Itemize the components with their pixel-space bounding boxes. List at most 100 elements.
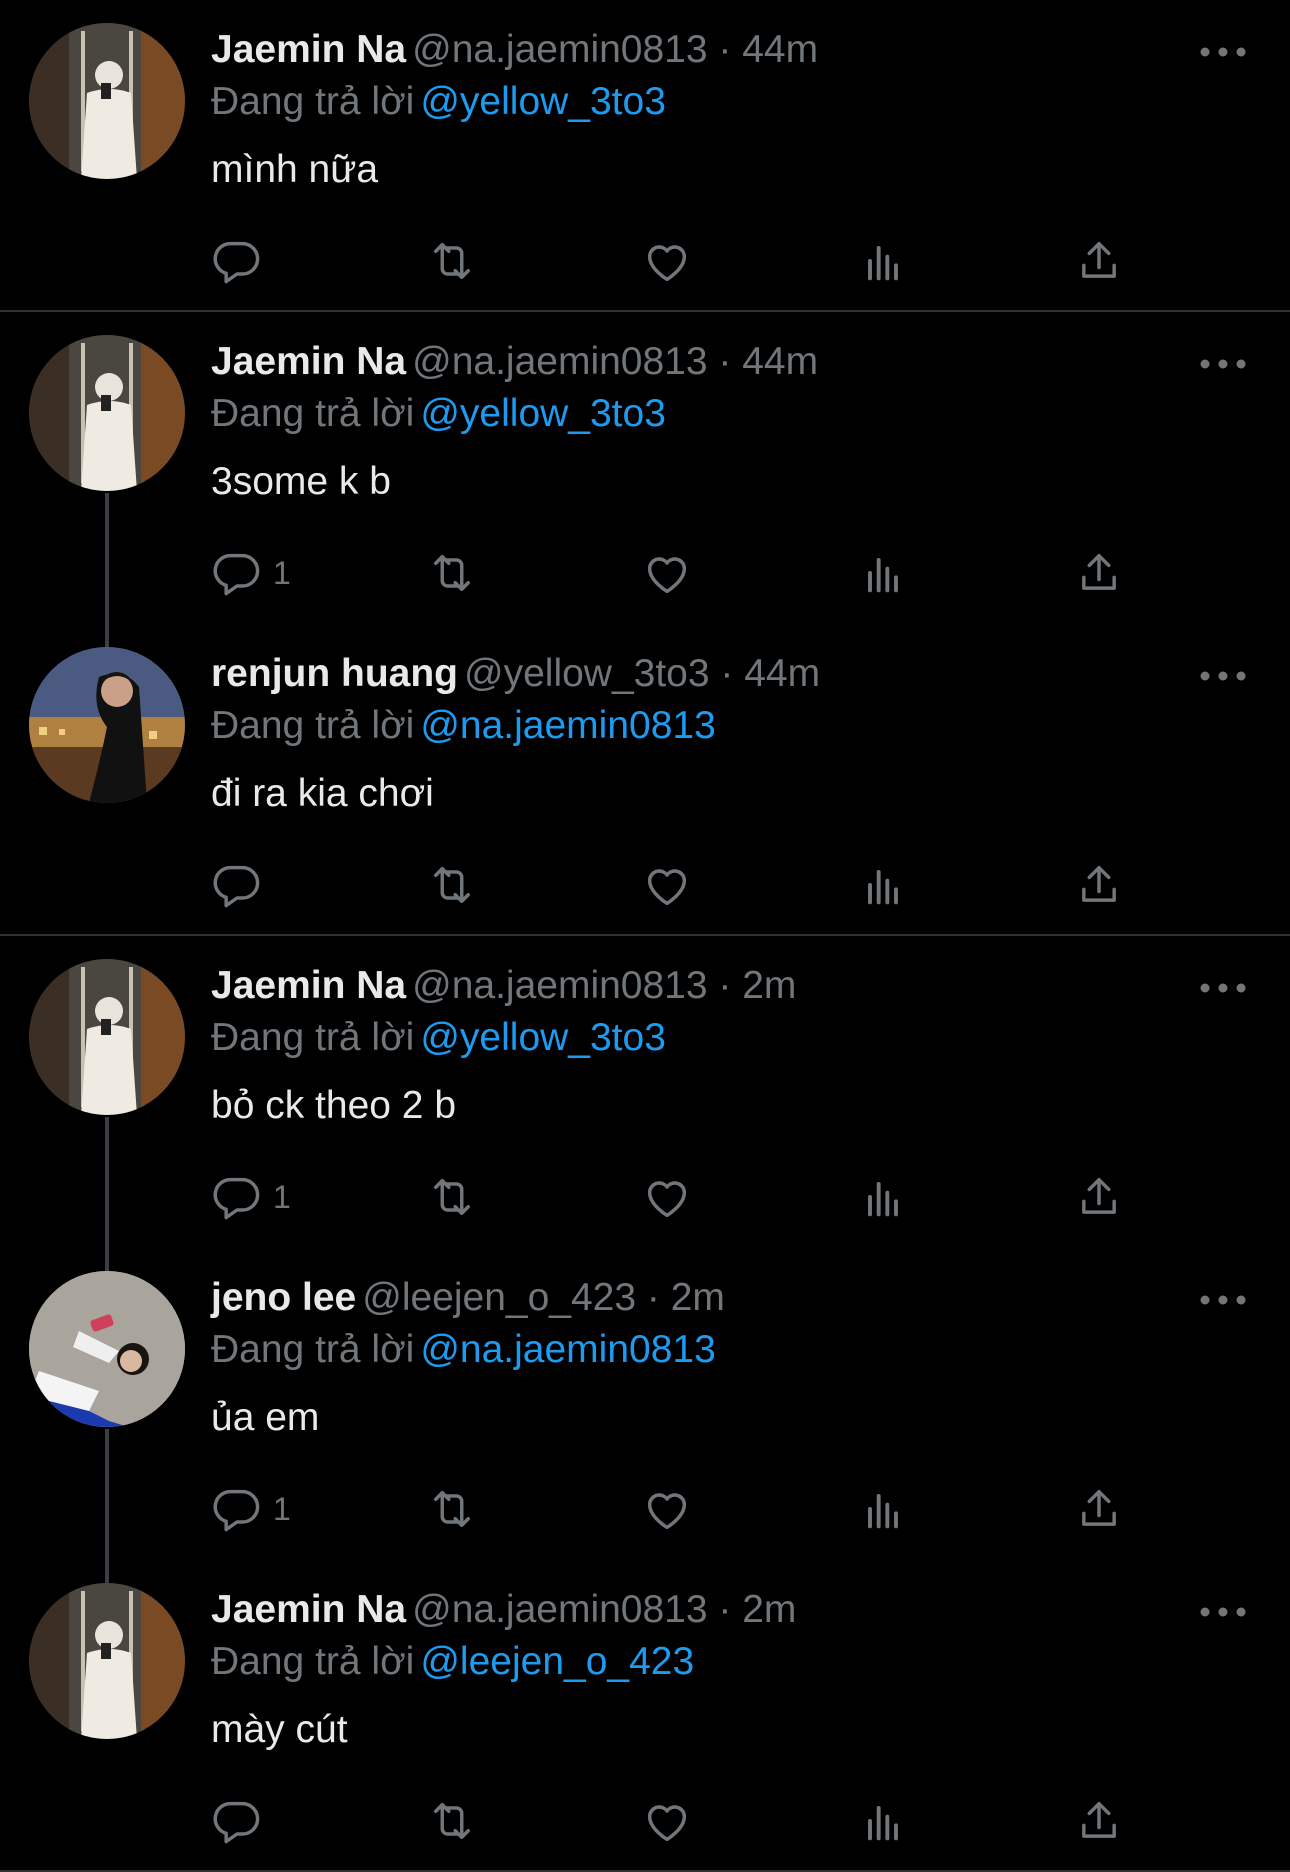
avatar[interactable] [29, 959, 185, 1115]
share-button[interactable] [1073, 546, 1125, 600]
mention-link[interactable]: @na.jaemin0813 [420, 704, 715, 747]
more-icon[interactable] [1196, 28, 1250, 76]
avatar[interactable] [29, 23, 185, 179]
more-icon[interactable] [1196, 1276, 1250, 1324]
avatar[interactable] [29, 647, 185, 803]
views-button[interactable] [857, 1170, 909, 1224]
avatar[interactable] [29, 1271, 185, 1427]
mention-link[interactable]: @yellow_3to3 [420, 80, 666, 123]
display-name[interactable]: jeno lee [211, 1276, 356, 1319]
mention-link[interactable]: @leejen_o_423 [420, 1640, 694, 1683]
display-name[interactable]: renjun huang [211, 652, 458, 695]
reply-button[interactable]: 1 [211, 1482, 291, 1536]
reply-thread-feed: Jaemin Na @na.jaemin0813 · 44m Đang trả l… [0, 0, 1290, 1872]
retweet-icon [434, 1179, 470, 1215]
like-button[interactable] [641, 1170, 693, 1224]
views-icon [868, 1806, 898, 1841]
views-button[interactable] [857, 858, 909, 912]
avatar[interactable] [29, 335, 185, 491]
share-button[interactable] [1073, 234, 1125, 288]
avatar[interactable] [29, 1583, 185, 1739]
like-button[interactable] [641, 234, 693, 288]
more-icon[interactable] [1196, 964, 1250, 1012]
reply-button[interactable] [211, 858, 273, 912]
tweet[interactable]: Jaemin Na @na.jaemin0813 · 44m Đang trả l… [0, 0, 1290, 312]
retweet-button[interactable] [426, 234, 478, 288]
share-icon [1082, 1801, 1116, 1838]
views-button[interactable] [857, 546, 909, 600]
views-icon [868, 1494, 898, 1529]
retweet-button[interactable] [426, 858, 478, 912]
views-button[interactable] [857, 1482, 909, 1536]
more-icon[interactable] [1196, 652, 1250, 700]
tweet[interactable]: Jaemin Na @na.jaemin0813 · 2m Đang trả lờ… [0, 936, 1290, 1277]
like-button[interactable] [641, 1482, 693, 1536]
replying-to: Đang trả lời @na.jaemin0813 [211, 1326, 716, 1374]
like-button[interactable] [641, 858, 693, 912]
tweet[interactable]: Jaemin Na @na.jaemin0813 · 2m Đang trả lờ… [0, 1560, 1290, 1872]
views-button[interactable] [857, 1794, 909, 1848]
reply-button[interactable]: 1 [211, 546, 291, 600]
retweet-button[interactable] [426, 1170, 478, 1224]
mention-link[interactable]: @yellow_3to3 [420, 392, 666, 435]
action-bar [211, 858, 1171, 912]
action-bar: 1 [211, 1482, 1171, 1536]
retweet-icon [434, 243, 470, 279]
action-bar [211, 1794, 1171, 1848]
more-icon[interactable] [1196, 1588, 1250, 1636]
action-bar: 1 [211, 1170, 1171, 1224]
mention-link[interactable]: @na.jaemin0813 [420, 1328, 715, 1371]
like-button[interactable] [641, 546, 693, 600]
heart-icon [647, 557, 687, 594]
replying-to-label: Đang trả lời [211, 392, 415, 435]
display-name[interactable]: Jaemin Na [211, 340, 406, 383]
reply-icon [213, 1801, 260, 1844]
retweet-button[interactable] [426, 1482, 478, 1536]
replying-to: Đang trả lời @yellow_3to3 [211, 390, 666, 438]
views-icon [868, 870, 898, 905]
heart-icon [647, 1493, 687, 1530]
avatar-image [29, 1583, 185, 1739]
replying-to-label: Đang trả lời [211, 1640, 415, 1683]
tweet[interactable]: renjun huang @yellow_3to3 · 44m Đang trả … [0, 624, 1290, 936]
display-name[interactable]: Jaemin Na [211, 964, 406, 1007]
display-name[interactable]: Jaemin Na [211, 28, 406, 71]
tweet-text: mình nữa [211, 148, 379, 191]
reply-button[interactable] [211, 234, 273, 288]
share-button[interactable] [1073, 858, 1125, 912]
tweet[interactable]: Jaemin Na @na.jaemin0813 · 44m Đang trả l… [0, 312, 1290, 653]
handle-and-time: @na.jaemin0813 · 2m [412, 1588, 797, 1631]
replying-to-label: Đang trả lời [211, 80, 415, 123]
reply-button[interactable]: 1 [211, 1170, 291, 1224]
share-button[interactable] [1073, 1482, 1125, 1536]
like-button[interactable] [641, 1794, 693, 1848]
avatar-image [29, 959, 185, 1115]
views-button[interactable] [857, 234, 909, 288]
replying-to-label: Đang trả lời [211, 1328, 415, 1371]
retweet-button[interactable] [426, 1794, 478, 1848]
tweet-text: đi ra kia chơi [211, 772, 434, 815]
reply-icon [213, 865, 260, 908]
retweet-button[interactable] [426, 546, 478, 600]
share-icon [1082, 1177, 1116, 1214]
avatar-image [29, 23, 185, 179]
tweet-text: mày cút [211, 1708, 348, 1751]
heart-icon [647, 1805, 687, 1842]
tweet[interactable]: jeno lee @leejen_o_423 · 2m Đang trả lời @… [0, 1248, 1290, 1589]
reply-button[interactable] [211, 1794, 273, 1848]
replying-to: Đang trả lời @leejen_o_423 [211, 1638, 694, 1686]
heart-icon [647, 1181, 687, 1218]
handle-and-time: @yellow_3to3 · 44m [464, 652, 821, 695]
display-name[interactable]: Jaemin Na [211, 1588, 406, 1631]
retweet-icon [434, 867, 470, 903]
share-icon [1082, 865, 1116, 902]
mention-link[interactable]: @yellow_3to3 [420, 1016, 666, 1059]
handle-and-time: @na.jaemin0813 · 44m [412, 340, 819, 383]
views-icon [868, 246, 898, 281]
share-button[interactable] [1073, 1794, 1125, 1848]
reply-count: 1 [273, 1178, 291, 1215]
tweet-header: renjun huang @yellow_3to3 · 44m [211, 650, 820, 698]
share-button[interactable] [1073, 1170, 1125, 1224]
more-icon[interactable] [1196, 340, 1250, 388]
avatar-image [29, 647, 185, 803]
